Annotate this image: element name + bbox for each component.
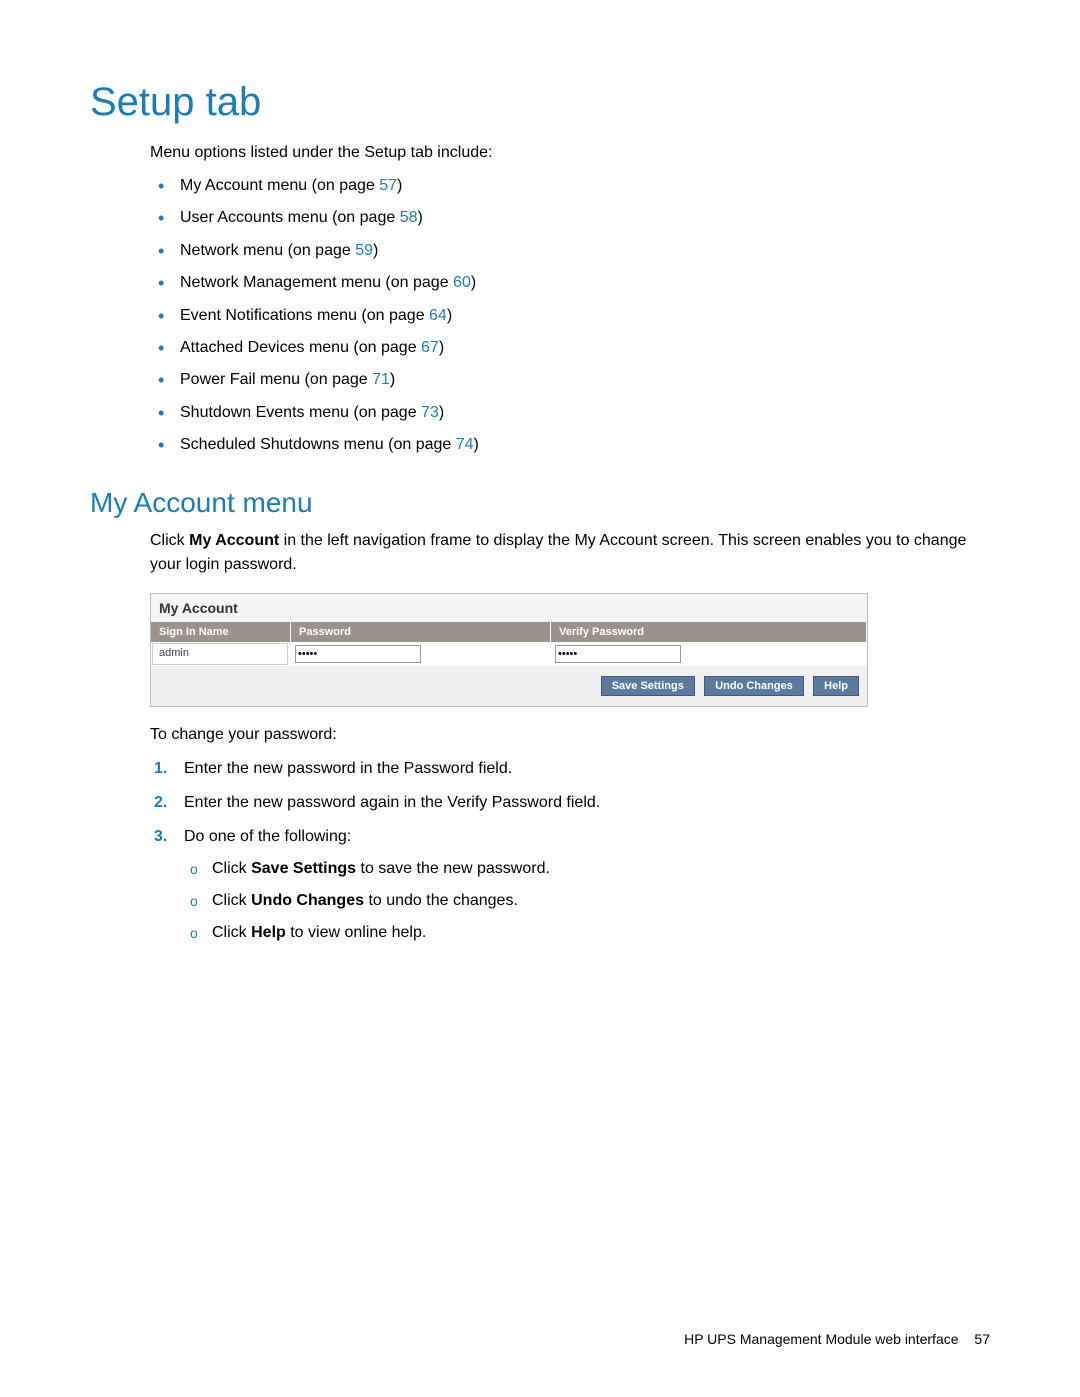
page-ref-link[interactable]: 57 — [379, 177, 397, 194]
header-password: Password — [291, 622, 551, 642]
password-field[interactable] — [295, 645, 421, 663]
item-label: Scheduled Shutdowns menu (on page — [180, 436, 456, 453]
step-3-text: Do one of the following: — [184, 828, 351, 845]
save-settings-button[interactable]: Save Settings — [601, 676, 695, 696]
item-after: ) — [417, 209, 422, 226]
sub-post: to undo the changes. — [364, 892, 518, 909]
item-after: ) — [439, 404, 444, 421]
footer-page-number: 57 — [974, 1331, 990, 1347]
sub-bold: Save Settings — [251, 860, 356, 877]
sign-in-name-value: admin — [152, 643, 288, 665]
item-after: ) — [474, 436, 479, 453]
undo-changes-button[interactable]: Undo Changes — [704, 676, 804, 696]
page-ref-link[interactable]: 60 — [453, 274, 471, 291]
para-pre: Click — [150, 532, 189, 549]
page-ref-link[interactable]: 59 — [355, 242, 373, 259]
list-item: Network menu (on page 59) — [180, 240, 990, 262]
my-account-paragraph: Click My Account in the left navigation … — [150, 529, 990, 577]
substep-undo: Click Undo Changes to undo the changes. — [212, 889, 990, 913]
item-label: Network Management menu (on page — [180, 274, 453, 291]
table-row: admin — [151, 642, 867, 666]
page-ref-link[interactable]: 71 — [372, 371, 390, 388]
sub-post: to save the new password. — [356, 860, 550, 877]
page-ref-link[interactable]: 58 — [400, 209, 418, 226]
panel-title: My Account — [151, 594, 867, 622]
steps-list: Enter the new password in the Password f… — [150, 757, 990, 945]
sub-pre: Click — [212, 860, 251, 877]
heading-my-account: My Account menu — [90, 487, 990, 519]
sub-bold: Undo Changes — [251, 892, 364, 909]
item-label: My Account menu (on page — [180, 177, 379, 194]
item-after: ) — [390, 371, 395, 388]
list-item: Shutdown Events menu (on page 73) — [180, 402, 990, 424]
header-sign-in-name: Sign In Name — [151, 622, 291, 642]
item-after: ) — [397, 177, 402, 194]
step-1: Enter the new password in the Password f… — [180, 757, 990, 781]
sub-post: to view online help. — [286, 924, 427, 941]
list-item: My Account menu (on page 57) — [180, 175, 990, 197]
page-ref-link[interactable]: 67 — [421, 339, 439, 356]
item-label: Shutdown Events menu (on page — [180, 404, 421, 421]
para-bold: My Account — [189, 532, 279, 549]
my-account-screenshot: My Account Sign In Name Password Verify … — [150, 593, 868, 707]
page-footer: HP UPS Management Module web interface 5… — [684, 1331, 990, 1347]
button-bar: Save Settings Undo Changes Help — [151, 666, 867, 706]
item-label: Event Notifications menu (on page — [180, 307, 429, 324]
item-after: ) — [439, 339, 444, 356]
change-password-intro: To change your password: — [150, 723, 990, 747]
header-verify-password: Verify Password — [551, 622, 867, 642]
sub-steps: Click Save Settings to save the new pass… — [184, 857, 990, 945]
heading-setup-tab: Setup tab — [90, 80, 990, 125]
substep-save: Click Save Settings to save the new pass… — [212, 857, 990, 881]
list-item: User Accounts menu (on page 58) — [180, 207, 990, 229]
list-item: Scheduled Shutdowns menu (on page 74) — [180, 434, 990, 456]
help-button[interactable]: Help — [813, 676, 859, 696]
sub-pre: Click — [212, 924, 251, 941]
page-ref-link[interactable]: 64 — [429, 307, 447, 324]
table-header-row: Sign In Name Password Verify Password — [151, 622, 867, 642]
item-label: Network menu (on page — [180, 242, 355, 259]
menu-option-list: My Account menu (on page 57) User Accoun… — [150, 175, 990, 457]
list-item: Event Notifications menu (on page 64) — [180, 305, 990, 327]
substep-help: Click Help to view online help. — [212, 921, 990, 945]
item-after: ) — [373, 242, 378, 259]
page-ref-link[interactable]: 74 — [456, 436, 474, 453]
intro-text: Menu options listed under the Setup tab … — [150, 141, 990, 165]
page-ref-link[interactable]: 73 — [421, 404, 439, 421]
item-label: Attached Devices menu (on page — [180, 339, 421, 356]
footer-text: HP UPS Management Module web interface — [684, 1331, 958, 1347]
verify-password-field[interactable] — [555, 645, 681, 663]
item-label: Power Fail menu (on page — [180, 371, 372, 388]
list-item: Network Management menu (on page 60) — [180, 272, 990, 294]
sub-pre: Click — [212, 892, 251, 909]
item-after: ) — [447, 307, 452, 324]
step-3: Do one of the following: Click Save Sett… — [180, 825, 990, 945]
item-after: ) — [471, 274, 476, 291]
sub-bold: Help — [251, 924, 286, 941]
list-item: Attached Devices menu (on page 67) — [180, 337, 990, 359]
list-item: Power Fail menu (on page 71) — [180, 369, 990, 391]
item-label: User Accounts menu (on page — [180, 209, 400, 226]
step-2: Enter the new password again in the Veri… — [180, 791, 990, 815]
